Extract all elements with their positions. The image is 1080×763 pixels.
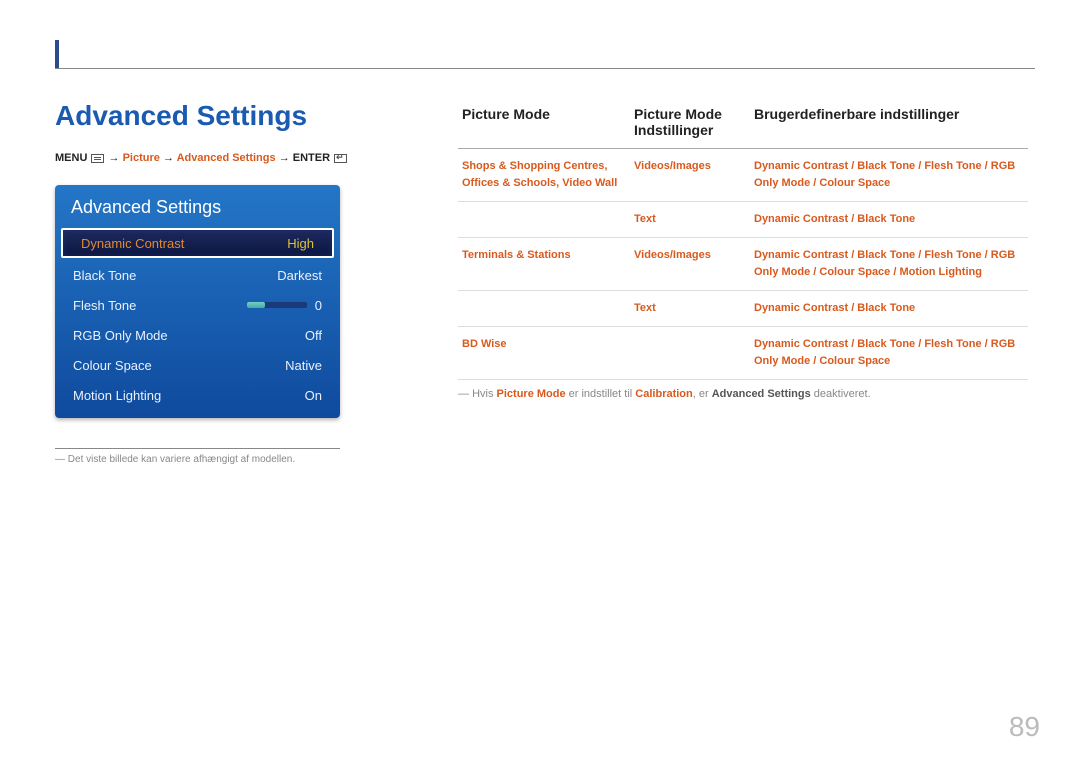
osd-label: RGB Only Mode bbox=[73, 328, 168, 343]
th-user-settings: Brugerdefinerbare indstillinger bbox=[750, 100, 1028, 149]
osd-label: Colour Space bbox=[73, 358, 152, 373]
th-picture-mode-indstillinger: Picture Mode Indstillinger bbox=[630, 100, 750, 149]
osd-value: Darkest bbox=[277, 268, 322, 283]
menu-icon bbox=[91, 154, 104, 163]
table-note: Hvis Picture Mode er indstillet til Cali… bbox=[458, 380, 1028, 400]
osd-value: Native bbox=[285, 358, 322, 373]
table-header: Picture Mode Picture Mode Indstillinger … bbox=[458, 100, 1028, 149]
osd-row-black-tone[interactable]: Black Tone Darkest bbox=[55, 260, 340, 290]
table-row: BD Wise Dynamic Contrast / Black Tone / … bbox=[458, 327, 1028, 380]
osd-row-dynamic-contrast[interactable]: Dynamic Contrast High bbox=[61, 228, 334, 258]
page-number: 89 bbox=[1009, 711, 1040, 743]
osd-value: On bbox=[305, 388, 322, 403]
slider-icon bbox=[247, 302, 307, 308]
osd-row-motion-lighting[interactable]: Motion Lighting On bbox=[55, 380, 340, 410]
enter-icon bbox=[334, 154, 347, 163]
osd-value: 0 bbox=[315, 298, 322, 313]
osd-label: Dynamic Contrast bbox=[81, 236, 184, 251]
osd-label: Motion Lighting bbox=[73, 388, 161, 403]
page-title: Advanced Settings bbox=[55, 100, 307, 132]
osd-row-flesh-tone[interactable]: Flesh Tone 0 bbox=[55, 290, 340, 320]
osd-panel: Advanced Settings Dynamic Contrast High … bbox=[55, 185, 340, 418]
table-row: Text Dynamic Contrast / Black Tone bbox=[458, 291, 1028, 327]
osd-value: Off bbox=[305, 328, 322, 343]
footnote-rule bbox=[55, 448, 340, 449]
osd-title: Advanced Settings bbox=[55, 185, 340, 228]
th-picture-mode: Picture Mode bbox=[458, 100, 630, 149]
osd-label: Flesh Tone bbox=[73, 298, 136, 313]
breadcrumb: MENU → Picture → Advanced Settings → ENT… bbox=[55, 152, 348, 164]
settings-table: Picture Mode Picture Mode Indstillinger … bbox=[458, 100, 1028, 400]
osd-value: High bbox=[287, 236, 314, 251]
table-row: Terminals & Stations Videos/Images Dynam… bbox=[458, 238, 1028, 291]
osd-label: Black Tone bbox=[73, 268, 136, 283]
footnote: Det viste billede kan variere afhængigt … bbox=[55, 454, 295, 465]
table-row: Text Dynamic Contrast / Black Tone bbox=[458, 202, 1028, 238]
breadcrumb-enter: ENTER bbox=[293, 152, 330, 164]
osd-row-rgb-only[interactable]: RGB Only Mode Off bbox=[55, 320, 340, 350]
section-accent bbox=[55, 40, 59, 68]
breadcrumb-menu: MENU bbox=[55, 152, 87, 164]
osd-row-colour-space[interactable]: Colour Space Native bbox=[55, 350, 340, 380]
top-rule bbox=[55, 68, 1035, 69]
breadcrumb-advanced: Advanced Settings bbox=[177, 152, 276, 164]
table-row: Shops & Shopping Centres, Offices & Scho… bbox=[458, 149, 1028, 202]
breadcrumb-picture: Picture bbox=[123, 152, 160, 164]
